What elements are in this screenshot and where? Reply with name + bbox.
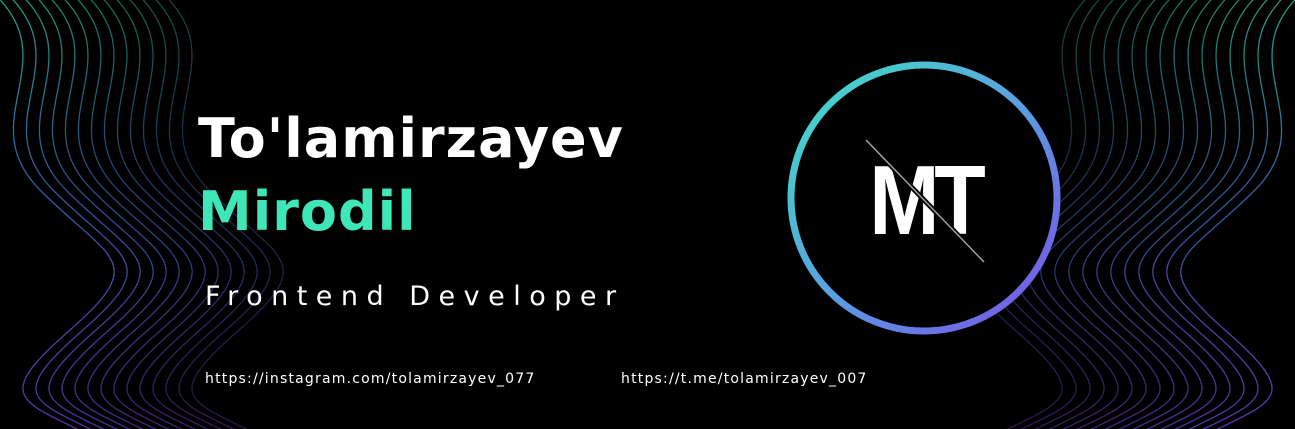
profile-given-name: Mirodil xyxy=(198,180,417,243)
profile-role: Frontend Developer xyxy=(205,281,625,312)
telegram-link[interactable]: https://t.me/tolamirzayev_007 xyxy=(621,372,868,386)
profile-surname: To'lamirzayev xyxy=(198,107,624,170)
wave-line xyxy=(12,0,128,429)
wave-line xyxy=(0,0,115,429)
monogram-logo: MT xyxy=(784,58,1064,338)
logo-ring-icon: MT xyxy=(787,61,1061,335)
instagram-link[interactable]: https://instagram.com/tolamirzayev_077 xyxy=(205,372,535,386)
wave-line xyxy=(1180,0,1295,429)
decorative-wave-background xyxy=(0,0,1295,429)
profile-banner: To'lamirzayev Mirodil Frontend Developer… xyxy=(0,0,1295,429)
